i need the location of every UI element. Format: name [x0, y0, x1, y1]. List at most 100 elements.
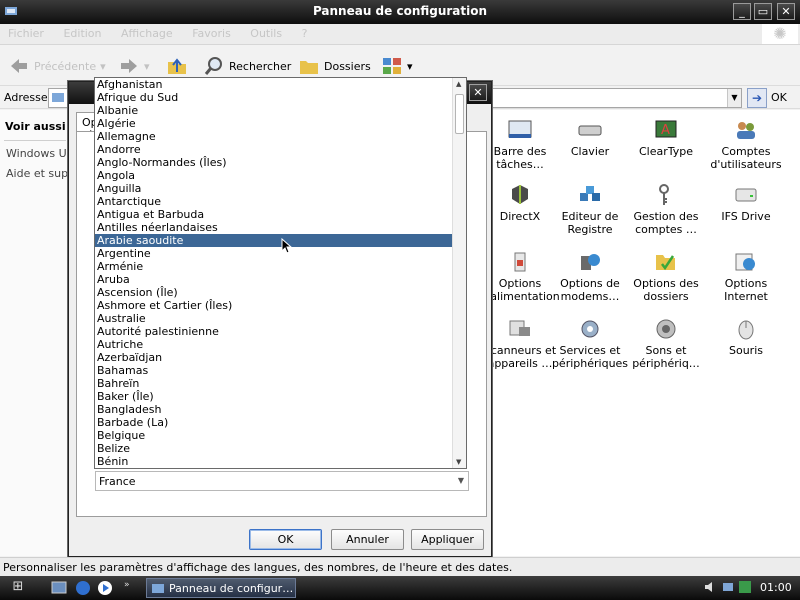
cp-item-mouse[interactable]: Souris — [706, 317, 786, 357]
quicklaunch-overflow-icon[interactable]: » — [124, 580, 130, 590]
menu-favorites[interactable]: Favoris — [184, 24, 239, 40]
country-option[interactable]: Afrique du Sud — [95, 91, 466, 104]
network-icon[interactable] — [722, 580, 736, 594]
security-center-icon[interactable] — [738, 580, 752, 594]
play-icon[interactable] — [96, 579, 114, 597]
menu-edit[interactable]: Edition — [55, 24, 109, 40]
scroll-up-icon[interactable]: ▲ — [456, 80, 461, 88]
address-dropdown-button[interactable]: ▼ — [727, 89, 741, 107]
mouse-cursor-icon — [281, 238, 293, 254]
menu-help[interactable]: ? — [294, 24, 316, 40]
dialog-close-button[interactable]: ✕ — [469, 84, 487, 101]
scrollbar-thumb[interactable] — [455, 94, 464, 134]
menu-file[interactable]: Fichier — [0, 24, 52, 40]
back-button[interactable]: Précédente ▾ — [8, 53, 106, 79]
go-arrow-icon[interactable]: ➔ — [747, 88, 767, 108]
country-option[interactable]: Allemagne — [95, 130, 466, 143]
cp-item-taskbar[interactable]: Barre des tâches… — [480, 118, 560, 171]
chevron-down-icon[interactable]: ▼ — [454, 472, 468, 490]
svg-text:A: A — [661, 123, 670, 138]
up-folder-button[interactable] — [166, 53, 188, 79]
cp-item-internet-options[interactable]: Options Internet — [706, 250, 786, 303]
country-option[interactable]: Barbade (La) — [95, 416, 466, 429]
cp-item-power-options[interactable]: Options d'alimentation — [480, 250, 560, 303]
country-option[interactable]: Azerbaïdjan — [95, 351, 466, 364]
close-button[interactable]: ✕ — [777, 3, 795, 20]
keys-icon — [659, 184, 669, 205]
country-option[interactable]: Angola — [95, 169, 466, 182]
title-bar[interactable]: Panneau de configuration _ ▭ ✕ — [0, 0, 800, 24]
media-player-icon[interactable] — [74, 579, 92, 597]
taskbar-button-control-panel[interactable]: Panneau de configur… — [146, 578, 296, 598]
views-button[interactable]: ▾ — [381, 53, 413, 79]
country-option[interactable]: Ashmore et Cartier (Îles) — [95, 299, 466, 312]
country-option[interactable]: Afghanistan — [95, 78, 466, 91]
country-list-scrollbar[interactable]: ▲ ▼ — [452, 78, 466, 468]
cp-item-user-accounts[interactable]: Comptes d'utilisateurs — [706, 118, 786, 171]
country-option[interactable]: Belgique — [95, 429, 466, 442]
cp-item-registry-editor[interactable]: Editeur de Registre — [550, 183, 630, 236]
country-option-highlighted[interactable]: Arabie saoudite — [95, 234, 453, 247]
country-option[interactable]: Ascension (Île) — [95, 286, 466, 299]
search-icon — [204, 57, 222, 75]
cp-item-account-management[interactable]: Gestion des comptes … — [626, 183, 706, 236]
cp-item-keyboard[interactable]: Clavier — [550, 118, 630, 158]
forward-button[interactable]: ▾ — [118, 53, 150, 79]
mouse-icon — [738, 320, 754, 340]
country-option[interactable]: Australie — [95, 312, 466, 325]
country-option[interactable]: Andorre — [95, 143, 466, 156]
ok-button[interactable]: OK — [249, 529, 322, 550]
menu-bar: Fichier Edition Affichage Favoris Outils… — [0, 24, 800, 45]
country-option[interactable]: Antigua et Barbuda — [95, 208, 466, 221]
show-desktop-icon[interactable] — [50, 579, 68, 597]
menu-tools[interactable]: Outils — [242, 24, 290, 40]
go-button[interactable]: OK — [771, 91, 787, 104]
cp-item-folder-options[interactable]: Options des dossiers — [626, 250, 706, 303]
maximize-button[interactable]: ▭ — [754, 3, 772, 20]
scroll-down-icon[interactable]: ▼ — [456, 458, 461, 466]
country-option[interactable]: Antilles néerlandaises — [95, 221, 466, 234]
country-option[interactable]: Autriche — [95, 338, 466, 351]
start-button[interactable]: ⊞ — [4, 579, 32, 597]
country-option[interactable]: Bahreïn — [95, 377, 466, 390]
drive-icon — [735, 188, 757, 202]
country-option[interactable]: Belize — [95, 442, 466, 455]
windows-logo-icon: ✺ — [762, 24, 798, 44]
volume-icon[interactable] — [703, 580, 717, 594]
minimize-button[interactable]: _ — [733, 3, 751, 20]
views-icon — [383, 58, 401, 74]
clock: 01:00 — [760, 581, 792, 594]
country-option[interactable]: Autorité palestinienne — [95, 325, 466, 338]
country-option[interactable]: Bangladesh — [95, 403, 466, 416]
country-option[interactable]: Baker (Île) — [95, 390, 466, 403]
cp-item-cleartype[interactable]: A ClearType — [626, 118, 706, 158]
menu-view[interactable]: Affichage — [113, 24, 181, 40]
country-option[interactable]: Albanie — [95, 104, 466, 117]
cancel-button[interactable]: Annuler — [331, 529, 404, 550]
taskbar: ⊞ » Panneau de configur… 01:00 — [0, 576, 800, 600]
cp-item-services-devices[interactable]: Services et périphériques — [550, 317, 630, 370]
country-option[interactable]: Bénin — [95, 455, 466, 468]
country-option[interactable]: Aruba — [95, 273, 466, 286]
registry-icon — [580, 186, 600, 201]
country-option[interactable]: Arménie — [95, 260, 466, 273]
cp-item-ifs-drive[interactable]: IFS Drive — [706, 183, 786, 223]
location-select[interactable]: France ▼ — [95, 471, 469, 491]
folders-button[interactable]: Dossiers — [298, 53, 371, 79]
country-option[interactable]: Algérie — [95, 117, 466, 130]
search-button[interactable]: Rechercher — [203, 53, 291, 79]
country-option[interactable]: Anguilla — [95, 182, 466, 195]
apply-button[interactable]: Appliquer — [411, 529, 484, 550]
cleartype-icon: A — [655, 120, 677, 138]
country-dropdown-list[interactable]: Afghanistan Afrique du Sud Albanie Algérie A… — [94, 77, 467, 469]
chevron-down-icon: ▾ — [100, 59, 106, 73]
cp-item-scanners-cameras[interactable]: Scanneurs et appareils … — [480, 317, 560, 370]
cp-item-sounds-devices[interactable]: Sons et périphériq… — [626, 317, 706, 370]
cp-item-modem-options[interactable]: Options de modems… — [550, 250, 630, 303]
country-option[interactable]: Bahamas — [95, 364, 466, 377]
cp-item-directx[interactable]: DirectX — [480, 183, 560, 223]
country-option[interactable]: Antarctique — [95, 195, 466, 208]
status-bar: Personnaliser les paramètres d'affichage… — [0, 557, 800, 576]
window-title: Panneau de configuration — [312, 4, 488, 18]
country-option[interactable]: Anglo-Normandes (Îles) — [95, 156, 466, 169]
